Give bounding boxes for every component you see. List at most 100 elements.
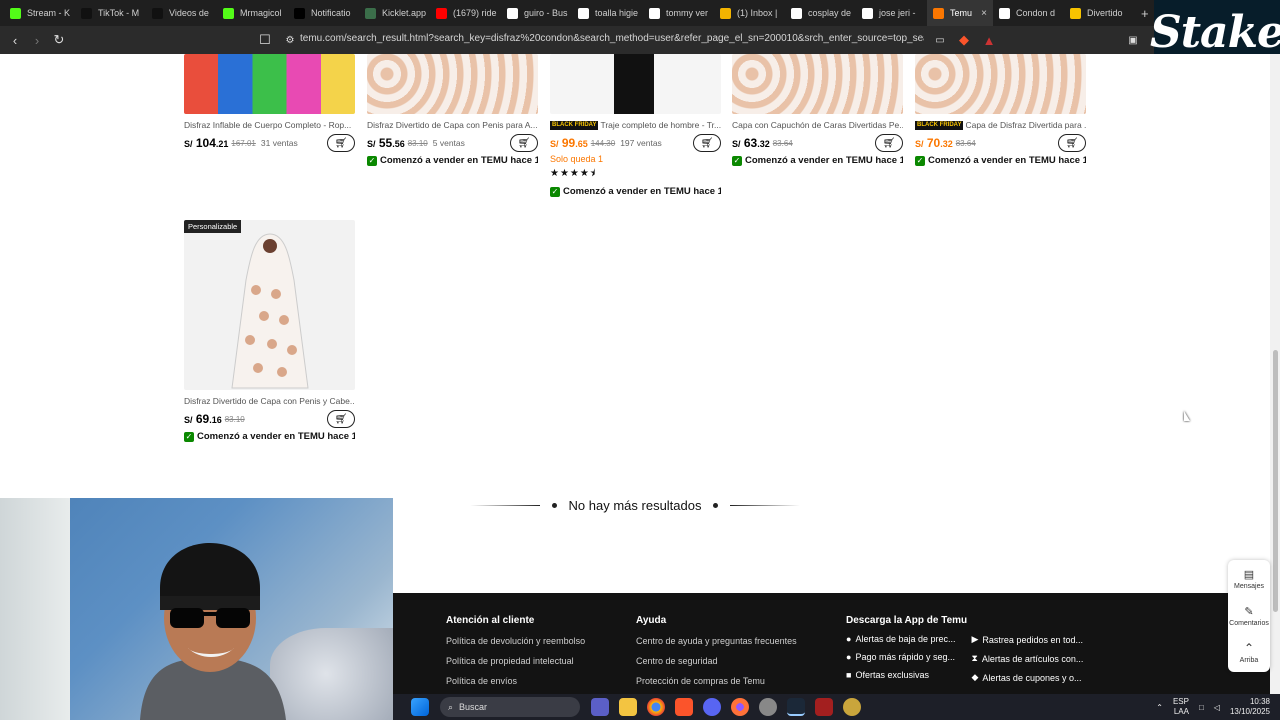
product-title[interactable]: Disfraz Inflable de Cuerpo Completo - Ro… <box>184 120 355 130</box>
scrollbar-thumb[interactable] <box>1273 350 1278 612</box>
product-card[interactable]: Disfraz Divertido de Capa con Penis para… <box>367 54 538 166</box>
bookmark-icon[interactable]: ☐ <box>254 29 276 51</box>
footer-link[interactable]: Política de envíos <box>446 676 585 686</box>
browser-tab[interactable]: TikTok - M <box>75 0 146 26</box>
seller-info: ✓ Comenzó a vender en TEMU hace 1... <box>550 186 721 197</box>
product-card[interactable]: BLACK FRIDAY Traje completo de hombre - T… <box>550 54 721 197</box>
reload-icon[interactable]: ↻ <box>48 29 70 51</box>
mouse-cursor <box>1184 411 1190 421</box>
product-image[interactable] <box>550 54 721 114</box>
taskbar-search[interactable]: ⌕ Buscar <box>440 697 580 717</box>
tab-favicon-icon <box>507 7 518 19</box>
close-tab-icon[interactable]: × <box>981 8 987 19</box>
product-title[interactable]: Disfraz Divertido de Capa con Penis para… <box>367 120 538 130</box>
brave-icon[interactable] <box>675 698 693 716</box>
black-friday-badge: BLACK FRIDAY <box>550 120 599 130</box>
new-tab-button[interactable]: + <box>1141 6 1149 21</box>
footer-link[interactable]: Política de devolución y reembolso <box>446 636 585 646</box>
tab-favicon-icon <box>720 7 731 19</box>
product-card[interactable]: Capa con Capuchón de Caras Divertidas Pe… <box>732 54 903 166</box>
browser-tab[interactable]: Videos de <box>146 0 217 26</box>
browser-tab[interactable]: Stream - K <box>4 0 75 26</box>
footer-link[interactable]: Política de propiedad intelectual <box>446 656 585 666</box>
original-price: 83.10 <box>407 138 428 148</box>
file-explorer-icon[interactable] <box>619 698 637 716</box>
browser-tab[interactable]: toalla higie <box>572 0 643 26</box>
browser-tab[interactable]: Mrmagicol <box>217 0 288 26</box>
browser-tab[interactable]: guiro - Bus <box>501 0 572 26</box>
chrome-icon[interactable] <box>647 698 665 716</box>
sales-count: 197 ventas <box>620 138 662 148</box>
browser-tab[interactable]: Condon d <box>993 0 1064 26</box>
firefox-icon[interactable] <box>731 698 749 716</box>
brave-shield-icon[interactable]: ◆ <box>953 29 975 51</box>
cart-icon: 🛒︎ <box>700 137 714 149</box>
browser-tab[interactable]: (1) Inbox | <box>714 0 785 26</box>
product-card[interactable]: Disfraz Inflable de Cuerpo Completo - Ro… <box>184 54 355 152</box>
browser-tab[interactable]: Notificatio <box>288 0 359 26</box>
messages-button[interactable]: ▤ Mensajes <box>1228 560 1270 597</box>
product-image[interactable] <box>367 54 538 114</box>
product-card[interactable]: Personalizable Disfraz Divertido de Capa… <box>184 220 355 442</box>
truck-icon: ▶ <box>971 634 979 644</box>
product-title[interactable]: Disfraz Divertido de Capa con Penis y Ca… <box>184 396 355 406</box>
cape-image <box>231 233 309 389</box>
app-feature: ⧗ Alertas de artículos con... <box>971 653 1084 664</box>
seller-info: ✓ Comenzó a vender en TEMU hace 1... <box>367 155 538 166</box>
browser-tab[interactable]: jose jeri - <box>856 0 927 26</box>
star-rating: ★★★★⯨ <box>550 168 597 179</box>
original-price: 83.10 <box>224 414 245 424</box>
footer-link[interactable]: Centro de seguridad <box>636 656 797 666</box>
offer-icon: ■ <box>846 670 852 680</box>
cast-icon[interactable]: ▭ <box>929 29 951 51</box>
site-info-icon[interactable]: ⚙ <box>279 29 301 51</box>
add-to-cart-button[interactable]: 🛒︎ <box>327 134 355 152</box>
add-to-cart-button[interactable]: 🛒︎ <box>510 134 538 152</box>
footer-customer-service: Atención al cliente Política de devoluci… <box>446 593 585 686</box>
back-to-top-button[interactable]: ⌃ Arriba <box>1228 634 1270 671</box>
browser-tab[interactable]: Temu × <box>927 0 993 26</box>
product-image[interactable]: Personalizable <box>184 220 355 390</box>
steam-icon[interactable] <box>787 698 805 716</box>
footer-link[interactable]: Centro de ayuda y preguntas frecuentes <box>636 636 797 646</box>
browser-tab[interactable]: Kicklet.app <box>359 0 430 26</box>
rewards-icon[interactable]: ▲ <box>978 29 1000 51</box>
volume-icon[interactable]: ◁ <box>1214 703 1220 712</box>
add-to-cart-button[interactable]: 🛒︎ <box>693 134 721 152</box>
clock[interactable]: 10:38 13/10/2025 <box>1230 697 1270 717</box>
product-image[interactable] <box>184 54 355 114</box>
cs-icon[interactable] <box>843 698 861 716</box>
footer-link[interactable]: Protección de compras de Temu <box>636 676 797 686</box>
language-indicator[interactable]: ESP LAA <box>1173 697 1189 717</box>
chevron-up-icon[interactable]: ⌃ <box>1156 703 1163 712</box>
windows-start-icon[interactable] <box>411 698 429 716</box>
url-field[interactable]: temu.com/search_result.html?search_key=d… <box>300 33 924 44</box>
discord-icon[interactable] <box>703 698 721 716</box>
product-image[interactable] <box>732 54 903 114</box>
tab-favicon-icon <box>791 7 802 19</box>
add-to-cart-button[interactable]: 🛒︎ <box>327 410 355 428</box>
sidebar-icon[interactable]: ▣ <box>1122 29 1144 51</box>
product-title[interactable]: BLACK FRIDAY Traje completo de hombre - T… <box>550 120 721 130</box>
product-price: S/ 99.65 <box>550 136 588 150</box>
product-image[interactable] <box>915 54 1086 114</box>
network-icon[interactable]: □ <box>1199 703 1204 712</box>
browser-tab[interactable]: Divertido <box>1064 0 1135 26</box>
app-icon[interactable] <box>759 698 777 716</box>
tab-label: TikTok - M <box>98 8 140 18</box>
browser-tab[interactable]: (1679) ride <box>430 0 501 26</box>
add-to-cart-button[interactable]: 🛒︎ <box>875 134 903 152</box>
product-title[interactable]: BLACK FRIDAY Capa de Disfraz Divertida pa… <box>915 120 1086 130</box>
dota-icon[interactable] <box>815 698 833 716</box>
comments-button[interactable]: ✎ Comentarios <box>1228 597 1270 634</box>
forward-icon[interactable]: › <box>26 29 48 51</box>
teams-icon[interactable] <box>591 698 609 716</box>
product-title[interactable]: Capa con Capuchón de Caras Divertidas Pe… <box>732 120 903 130</box>
page-scrollbar[interactable] <box>1270 54 1280 694</box>
browser-tab[interactable]: cosplay de <box>785 0 856 26</box>
browser-tab[interactable]: tommy ver <box>643 0 714 26</box>
back-icon[interactable]: ‹ <box>4 29 26 51</box>
product-card[interactable]: BLACK FRIDAY Capa de Disfraz Divertida pa… <box>915 54 1086 166</box>
add-to-cart-button[interactable]: 🛒︎ <box>1058 134 1086 152</box>
app-feature: ◆ Alertas de cupones y o... <box>971 672 1082 683</box>
